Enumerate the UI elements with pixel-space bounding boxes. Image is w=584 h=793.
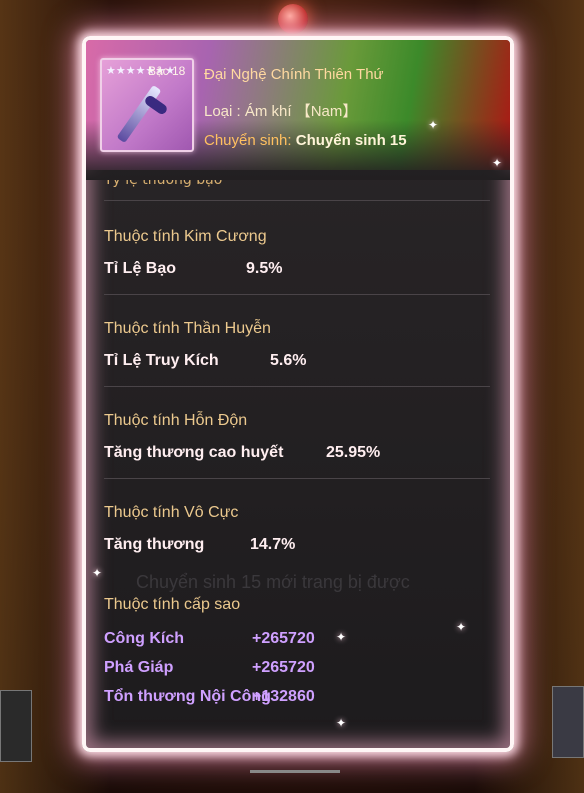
background-faded-text: Chuyển sinh 15 mới trang bị được <box>136 572 410 592</box>
separator <box>104 294 490 295</box>
item-rebirth-requirement: Chuyển sinh: Chuyển sinh 15 <box>204 132 407 149</box>
section-title-hon-don: Thuộc tính Hỗn Độn <box>104 412 248 429</box>
item-stars: ★★★★★★★ <box>106 64 176 77</box>
item-icon: ★★★★★★★ Bậc 18 <box>100 58 194 152</box>
left-item-thumbnail[interactable] <box>0 690 32 762</box>
stat-value-kim-cuong: 9.5% <box>246 260 283 277</box>
stat-name-vo-cuc: Tăng thương <box>104 536 205 553</box>
section-title-cap-sao: Thuộc tính cấp sao <box>104 596 241 613</box>
sparkle-icon: ✦ <box>456 620 467 634</box>
weapon-blade-icon <box>116 84 162 144</box>
star-stat-value-cong-kich: +265720 <box>252 630 315 647</box>
sparkle-icon: ✦ <box>492 156 503 170</box>
star-stat-name-cong-kich: Công Kích <box>104 630 184 647</box>
stat-value-than-huyen: 5.6% <box>270 352 307 369</box>
star-stat-value-noi-cong: +132860 <box>252 688 315 705</box>
section-title-kim-cuong: Thuộc tính Kim Cương <box>104 228 267 245</box>
separator <box>104 200 490 201</box>
stat-value-vo-cuc: 14.7% <box>250 536 296 553</box>
stat-value-hon-don: 25.95% <box>326 444 381 461</box>
section-title-vo-cuc: Thuộc tính Vô Cực <box>104 504 239 521</box>
sparkle-icon: ✦ <box>428 118 439 132</box>
sparkle-icon: ✦ <box>92 566 103 580</box>
item-name: Đại Nghệ Chính Thiên Thứ <box>204 66 384 83</box>
sparkle-icon: ✦ <box>336 630 347 644</box>
bottom-scroll-indicator <box>250 770 340 773</box>
stat-name-hon-don: Tăng thương cao huyết <box>104 444 284 461</box>
separator <box>104 478 490 479</box>
rebirth-value: Chuyển sinh 15 <box>295 132 407 149</box>
stat-name-kim-cuong: Tỉ Lệ Bạo <box>104 260 177 277</box>
section-title-than-huyen: Thuộc tính Thần Huyễn <box>104 320 271 337</box>
rebirth-label: Chuyển sinh: <box>204 132 292 149</box>
item-type: Loại : Ám khí 【Nam】 <box>204 103 358 120</box>
item-rank-badge: Bậc 18 <box>148 64 186 78</box>
star-stat-name-pha-giap: Phá Giáp <box>104 659 174 676</box>
separator <box>104 386 490 387</box>
ornament-orb-icon <box>278 4 308 34</box>
item-tooltip-panel: ★★★★★★★ Bậc 18 Đại Nghệ Chính Thiên Thứ … <box>82 36 514 752</box>
right-item-thumbnail[interactable] <box>552 686 584 758</box>
stat-name-than-huyen: Tỉ Lệ Truy Kích <box>104 352 219 369</box>
sparkle-icon: ✦ <box>336 716 347 730</box>
star-stat-name-noi-cong: Tổn thương Nội Công <box>104 688 271 705</box>
star-stat-value-pha-giap: +265720 <box>252 659 315 676</box>
